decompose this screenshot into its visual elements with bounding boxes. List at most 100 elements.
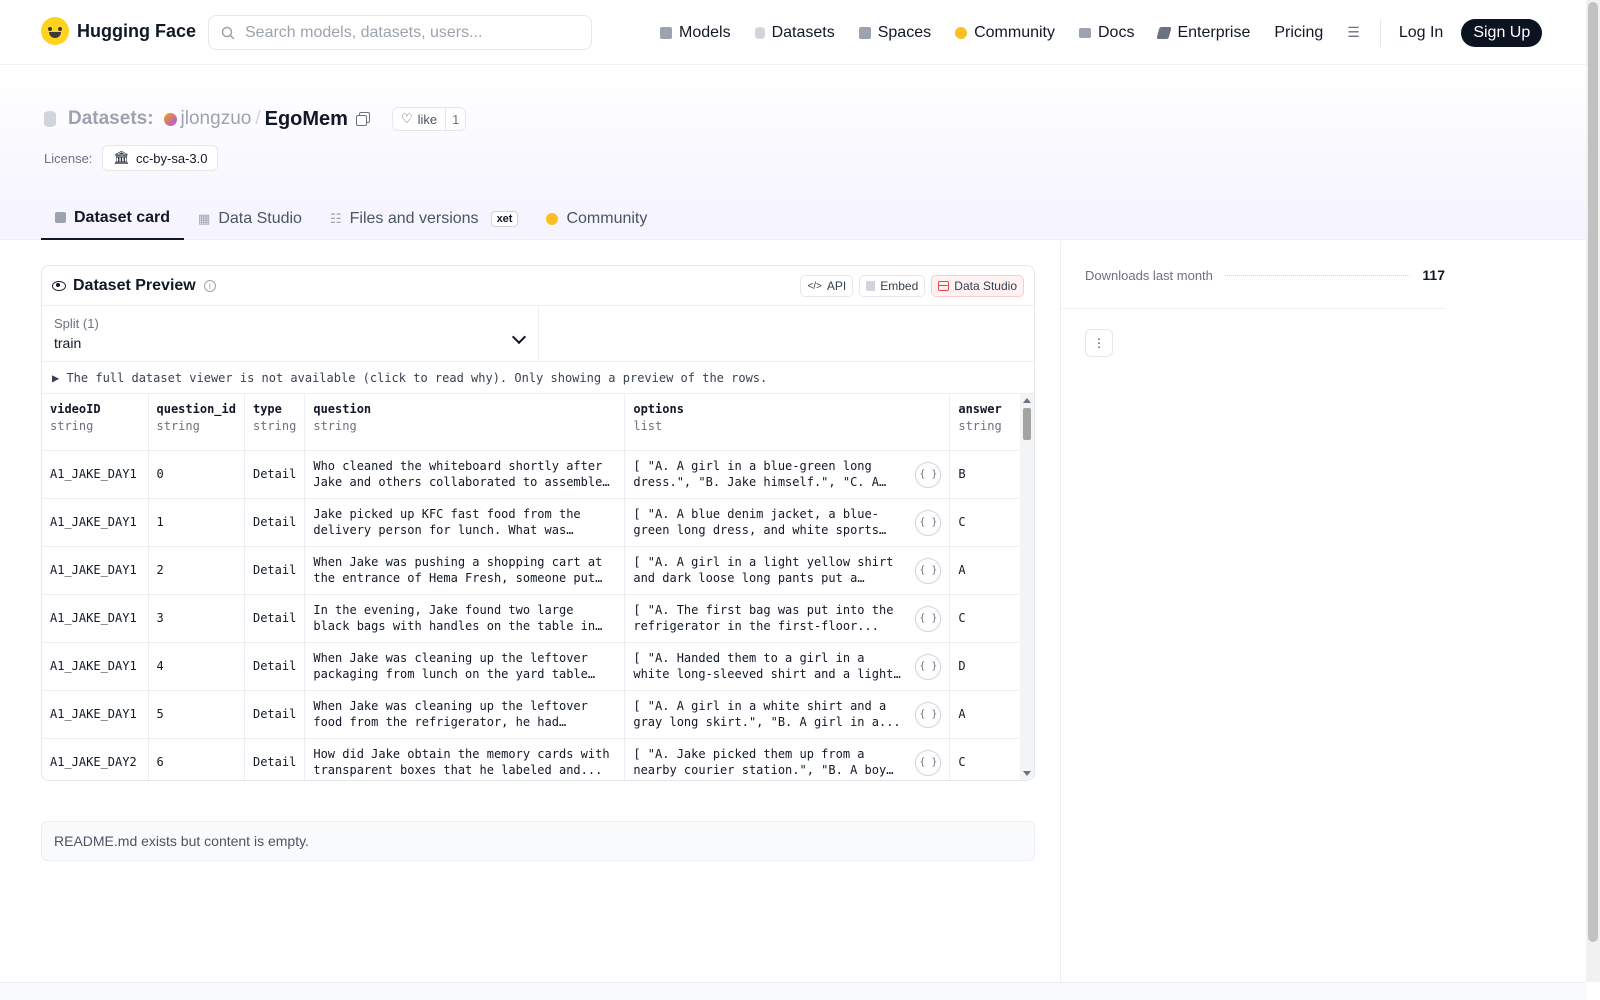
tab-data-studio[interactable]: ▦ Data Studio bbox=[184, 197, 316, 240]
table-row[interactable]: A1_JAKE_DAY1 0 Detail Who cleaned the white… bbox=[42, 450, 1031, 499]
page-scrollbar-thumb[interactable] bbox=[1588, 2, 1598, 942]
viewer-notice[interactable]: ▶ The full dataset viewer is not availab… bbox=[42, 362, 1034, 394]
nav-link-pricing[interactable]: Pricing bbox=[1274, 24, 1323, 42]
table-cell[interactable]: 5 bbox=[148, 690, 245, 739]
table-cell[interactable]: 0 bbox=[148, 450, 245, 499]
table-cell[interactable]: D bbox=[949, 642, 1031, 691]
table-cell[interactable]: Detail bbox=[244, 642, 306, 691]
table-cell[interactable]: How did Jake obtain the memory cards wit… bbox=[304, 738, 626, 780]
repo-owner-link[interactable]: jlongzuo bbox=[181, 108, 252, 130]
expand-json-icon[interactable]: { } bbox=[915, 605, 942, 632]
column-header[interactable]: options list bbox=[624, 394, 951, 451]
nav-link-models[interactable]: Models bbox=[660, 24, 731, 42]
like-count[interactable]: 1 bbox=[445, 108, 465, 130]
column-name: question bbox=[313, 402, 372, 416]
expand-json-icon[interactable]: { } bbox=[915, 557, 942, 584]
tab-community[interactable]: Community bbox=[532, 197, 661, 240]
table-cell[interactable]: A1_JAKE_DAY1 bbox=[42, 642, 149, 691]
table-cell[interactable]: Detail bbox=[244, 690, 306, 739]
table-cell[interactable]: When Jake was cleaning up the leftover f… bbox=[304, 690, 626, 739]
split-selector[interactable]: Split (1) train bbox=[42, 306, 539, 361]
table-cell[interactable]: 2 bbox=[148, 546, 245, 595]
license-tag[interactable]: 🏛 cc-by-sa-3.0 bbox=[102, 145, 219, 171]
more-menu-icon[interactable]: ☰ bbox=[1347, 24, 1360, 41]
expand-json-icon[interactable]: { } bbox=[915, 461, 942, 488]
page-scrollbar[interactable] bbox=[1586, 0, 1600, 982]
table-row[interactable]: A1_JAKE_DAY1 5 Detail When Jake was cleanin… bbox=[42, 690, 1031, 739]
nav-link-datasets[interactable]: Datasets bbox=[754, 24, 835, 42]
tab-files-and-versions[interactable]: ☷ Files and versions xet bbox=[316, 197, 533, 240]
table-cell[interactable]: 4 bbox=[148, 642, 245, 691]
scroll-up-icon[interactable] bbox=[1023, 398, 1031, 403]
table-cell[interactable]: A1_JAKE_DAY1 bbox=[42, 690, 149, 739]
expand-json-icon[interactable]: { } bbox=[915, 701, 942, 728]
table-cell[interactable]: 3 bbox=[148, 594, 245, 643]
table-cell[interactable]: Detail bbox=[244, 498, 306, 547]
api-button[interactable]: </> API bbox=[800, 275, 854, 297]
table-row[interactable]: A1_JAKE_DAY1 3 Detail In the evening, Jake … bbox=[42, 594, 1031, 643]
table-cell[interactable]: Detail bbox=[244, 450, 306, 499]
repo-name-link[interactable]: EgoMem bbox=[265, 108, 348, 131]
expand-json-icon[interactable]: { } bbox=[915, 653, 942, 680]
table-cell[interactable]: [ "A. A girl in a white shirt and a gray… bbox=[624, 690, 951, 739]
table-cell[interactable]: A1_JAKE_DAY1 bbox=[42, 450, 149, 499]
table-cell[interactable]: When Jake was pushing a shopping cart at… bbox=[304, 546, 626, 595]
copy-icon[interactable] bbox=[355, 112, 370, 126]
column-header[interactable]: type string bbox=[244, 394, 306, 451]
column-header[interactable]: question string bbox=[304, 394, 626, 451]
nav-link-spaces[interactable]: Spaces bbox=[858, 24, 931, 42]
table-cell[interactable]: A bbox=[949, 546, 1031, 595]
nav-link-docs[interactable]: Docs bbox=[1079, 24, 1134, 42]
table-cell[interactable]: Who cleaned the whiteboard shortly after… bbox=[304, 450, 626, 499]
table-row[interactable]: A1_JAKE_DAY2 6 Detail How did Jake obtain t… bbox=[42, 738, 1031, 780]
table-scrollbar[interactable] bbox=[1020, 394, 1034, 780]
nav-link-community[interactable]: Community bbox=[955, 24, 1055, 42]
expand-json-icon[interactable]: { } bbox=[915, 749, 942, 776]
nav-link-enterprise[interactable]: Enterprise bbox=[1156, 24, 1250, 42]
table-cell[interactable]: [ "A. Jake picked them up from a nearby … bbox=[624, 738, 951, 780]
table-cell[interactable]: [ "A. The first bag was put into the ref… bbox=[624, 594, 951, 643]
info-icon[interactable]: i bbox=[203, 279, 216, 292]
column-header[interactable]: videoID string bbox=[42, 394, 149, 451]
table-cell[interactable]: 1 bbox=[148, 498, 245, 547]
column-header[interactable]: question_id string bbox=[148, 394, 245, 451]
repo-type-label[interactable]: Datasets: bbox=[68, 108, 154, 130]
search-input[interactable] bbox=[245, 23, 575, 42]
table-cell[interactable]: [ "A. A girl in a light yellow shirt and… bbox=[624, 546, 951, 595]
like-button[interactable]: ♡ like 1 bbox=[391, 107, 467, 131]
table-cell[interactable]: C bbox=[949, 498, 1031, 547]
table-cell[interactable]: A1_JAKE_DAY1 bbox=[42, 546, 149, 595]
table-cell[interactable]: Jake picked up KFC fast food from the de… bbox=[304, 498, 626, 547]
tab-dataset-card[interactable]: Dataset card bbox=[41, 197, 185, 240]
table-row[interactable]: A1_JAKE_DAY1 4 Detail When Jake was cleanin… bbox=[42, 642, 1031, 691]
table-cell[interactable]: C bbox=[949, 594, 1031, 643]
column-header[interactable]: answer string bbox=[949, 394, 1031, 451]
table-cell[interactable]: [ "A. A girl in a blue-green long dress.… bbox=[624, 450, 951, 499]
brand-logo[interactable]: Hugging Face bbox=[41, 17, 196, 45]
search-box[interactable] bbox=[208, 15, 592, 50]
table-cell[interactable]: When Jake was cleaning up the leftover p… bbox=[304, 642, 626, 691]
table-cell[interactable]: Detail bbox=[244, 546, 306, 595]
table-row[interactable]: A1_JAKE_DAY1 1 Detail Jake picked up KFC fa… bbox=[42, 498, 1031, 547]
table-cell[interactable]: [ "A. Handed them to a girl in a white l… bbox=[624, 642, 951, 691]
table-cell[interactable]: A1_JAKE_DAY1 bbox=[42, 498, 149, 547]
table-cell[interactable]: B bbox=[949, 450, 1031, 499]
table-cell[interactable]: In the evening, Jake found two large bla… bbox=[304, 594, 626, 643]
table-cell[interactable]: 6 bbox=[148, 738, 245, 780]
data-studio-button[interactable]: Data Studio bbox=[931, 275, 1024, 297]
expand-json-icon[interactable]: { } bbox=[915, 509, 942, 536]
table-cell[interactable]: C bbox=[949, 738, 1031, 780]
scroll-down-icon[interactable] bbox=[1023, 771, 1031, 776]
table-cell[interactable]: [ "A. A blue denim jacket, a blue-green … bbox=[624, 498, 951, 547]
more-options-icon[interactable]: ⋮ bbox=[1085, 329, 1113, 357]
table-row[interactable]: A1_JAKE_DAY1 2 Detail When Jake was pushing… bbox=[42, 546, 1031, 595]
login-link[interactable]: Log In bbox=[1399, 24, 1443, 42]
scrollbar-thumb[interactable] bbox=[1023, 408, 1031, 440]
table-cell[interactable]: A1_JAKE_DAY2 bbox=[42, 738, 149, 780]
signup-button[interactable]: Sign Up bbox=[1461, 18, 1543, 47]
embed-button[interactable]: Embed bbox=[859, 275, 926, 297]
table-cell[interactable]: Detail bbox=[244, 594, 306, 643]
table-cell[interactable]: A bbox=[949, 690, 1031, 739]
table-cell[interactable]: A1_JAKE_DAY1 bbox=[42, 594, 149, 643]
table-cell[interactable]: Detail bbox=[244, 738, 306, 780]
